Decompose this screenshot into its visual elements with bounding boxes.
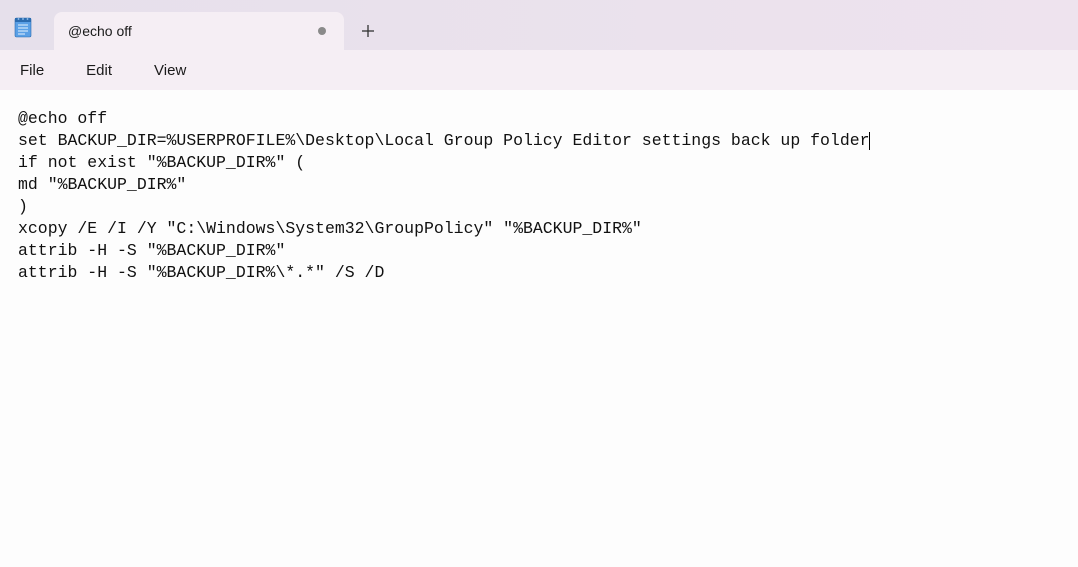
document-tab[interactable]: @echo off — [54, 12, 344, 50]
tab-title: @echo off — [68, 23, 310, 39]
new-tab-button[interactable] — [348, 12, 388, 50]
menu-view[interactable]: View — [140, 56, 200, 85]
text-editor-area[interactable]: @echo off set BACKUP_DIR=%USERPROFILE%\D… — [0, 90, 1078, 567]
text-caret — [869, 132, 870, 150]
titlebar: @echo off — [0, 0, 1078, 50]
plus-icon — [361, 24, 375, 38]
menu-edit[interactable]: Edit — [72, 56, 126, 85]
tab-modified-indicator-icon[interactable] — [318, 27, 326, 35]
menubar: File Edit View — [0, 50, 1078, 90]
menu-file[interactable]: File — [6, 56, 58, 85]
notepad-app-icon — [14, 16, 32, 38]
